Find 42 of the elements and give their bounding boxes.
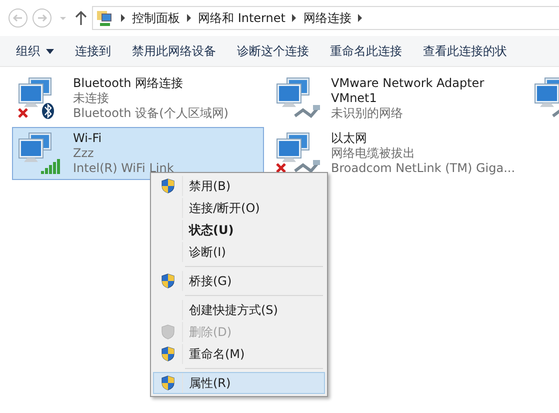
adapter-device: Bluetooth 设备(个人区域网) [73, 106, 228, 121]
adapter-status: 未连接 [73, 91, 110, 106]
toolbar-button[interactable]: 查看此连接的状 [417, 38, 513, 64]
adapter-device: Intel(R) WiFi Link [73, 161, 174, 176]
network-adapter-item[interactable]: Wi-Fi Zzz Intel(R) WiFi Link [12, 127, 264, 180]
menu-button[interactable]: 组织 [10, 38, 60, 64]
chevron-icon[interactable] [120, 14, 126, 22]
adapter-device: Broadcom NetLink (TM) Giga... [331, 161, 516, 176]
computers-icon [18, 132, 52, 164]
menu-item[interactable]: 桥接(G) [153, 270, 325, 292]
breadcrumb[interactable]: 网络连接 [303, 10, 352, 26]
adapter-status: 网络电缆被拔出 [331, 146, 416, 161]
computers-icon [534, 77, 559, 109]
adapter-status: 未识别的网络 [331, 106, 404, 121]
network-folder-icon [96, 9, 114, 27]
menu-item[interactable]: 重命名(M) [153, 343, 325, 365]
chevron-icon[interactable] [357, 14, 364, 22]
computers-icon [276, 77, 310, 109]
adapter-name: Wi-Fi [73, 131, 103, 146]
chevron-icon[interactable] [186, 14, 192, 22]
breadcrumb[interactable]: 网络和 Internet [198, 10, 286, 26]
breadcrumb[interactable]: 控制面板 [132, 10, 180, 26]
toolbar-button[interactable]: 诊断这个连接 [231, 38, 315, 64]
menu-item[interactable]: 连接/断开(O) [153, 197, 325, 219]
menu-item[interactable]: 创建快捷方式(S) [153, 299, 325, 321]
adapter-status: Zzz [73, 146, 95, 161]
network-adapter-item[interactable]: VMware Network Adapter VMnet1 未识别的网络 [270, 72, 522, 125]
caret-icon [46, 48, 54, 54]
toolbar-button[interactable]: 重命名此连接 [324, 38, 408, 64]
menu-item[interactable]: 状态(U) [153, 219, 325, 241]
adapter-name: Bluetooth 网络连接 [73, 76, 184, 91]
computers-icon [276, 132, 310, 164]
toolbar-button[interactable]: 连接到 [69, 38, 117, 64]
adapter-name: 以太网 [331, 131, 368, 146]
menu-item[interactable]: 诊断(I) [153, 241, 325, 263]
menu-item[interactable]: 属性(R) [153, 372, 325, 394]
network-adapter-item[interactable]: Bluetooth 网络连接 未连接 Bluetooth 设备(个人区域网) [12, 72, 264, 125]
up-arrow-icon[interactable] [74, 10, 88, 26]
chevron-icon[interactable] [291, 14, 298, 22]
computers-icon [18, 77, 52, 109]
toolbar-button[interactable]: 禁用此网络设备 [126, 38, 222, 64]
adapter-name: VMware Network Adapter VMnet1 [331, 76, 486, 106]
